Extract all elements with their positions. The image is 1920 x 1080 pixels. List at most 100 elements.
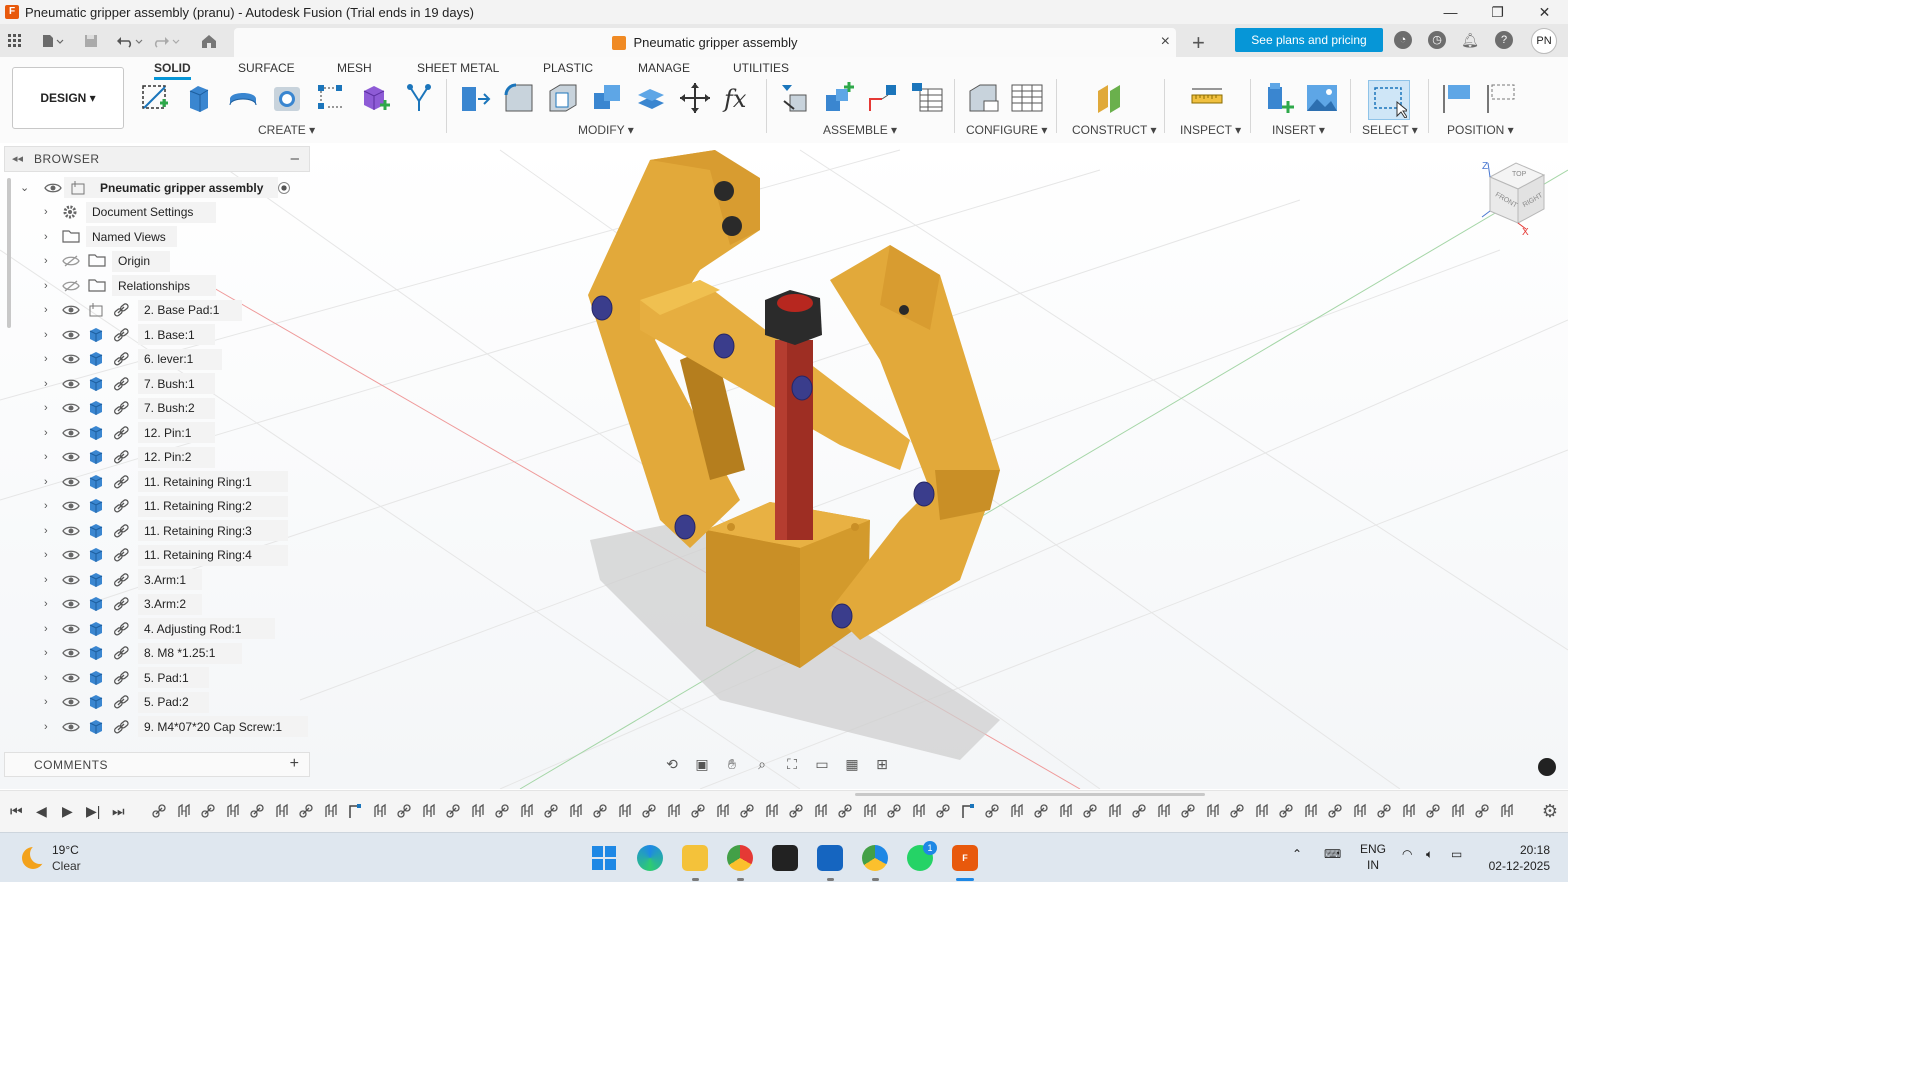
timeline-play-icon[interactable]: ▶: [62, 803, 73, 820]
construct-group-label[interactable]: CONSTRUCT ▾: [1072, 123, 1156, 137]
timeline-joint-icon[interactable]: [1009, 803, 1025, 819]
press-pull-icon[interactable]: [458, 81, 492, 115]
move-copy-icon[interactable]: [678, 81, 712, 115]
browser-item[interactable]: › Origin: [8, 250, 308, 273]
visibility-eye-icon[interactable]: [62, 476, 80, 488]
timeline-link-icon[interactable]: [690, 803, 706, 819]
visibility-eye-icon[interactable]: [62, 721, 80, 733]
browser-item[interactable]: › 3.Arm:2: [8, 593, 308, 616]
timeline-joint-icon[interactable]: [1205, 803, 1221, 819]
configure-group-label[interactable]: CONFIGURE ▾: [966, 123, 1047, 137]
see-plans-button[interactable]: See plans and pricing: [1235, 28, 1383, 52]
timeline-joint-icon[interactable]: [1156, 803, 1172, 819]
save-icon[interactable]: [80, 30, 102, 52]
viewcube-top[interactable]: TOP: [1512, 171, 1526, 178]
visibility-eye-icon[interactable]: [62, 378, 80, 390]
tab-plastic[interactable]: PLASTIC: [543, 61, 593, 75]
expand-chevron-icon[interactable]: ›: [44, 476, 48, 488]
timeline-link-icon[interactable]: [641, 803, 657, 819]
visibility-eye-icon[interactable]: [62, 672, 80, 684]
notepad-icon[interactable]: [817, 845, 843, 871]
visibility-eye-icon[interactable]: [62, 549, 80, 561]
timeline-joint-icon[interactable]: [1058, 803, 1074, 819]
visibility-eye-icon[interactable]: [62, 353, 80, 365]
shell-icon[interactable]: [546, 81, 580, 115]
browser-root-row[interactable]: ⌄ Pneumatic gripper assembly: [8, 176, 308, 199]
parameters-fx-icon[interactable]: fx: [722, 81, 756, 115]
help-icon[interactable]: ?: [1495, 31, 1513, 49]
fillet-icon[interactable]: [502, 81, 536, 115]
expand-chevron-icon[interactable]: ›: [44, 500, 48, 512]
timeline-link-icon[interactable]: [935, 803, 951, 819]
system-clock[interactable]: 20:18 02-12-2025: [1484, 842, 1550, 874]
timeline-joint-icon[interactable]: [470, 803, 486, 819]
file-menu-icon[interactable]: [38, 30, 68, 52]
timeline-joint-icon[interactable]: [911, 803, 927, 819]
timeline-link-icon[interactable]: [298, 803, 314, 819]
position-group-label[interactable]: POSITION ▾: [1447, 123, 1514, 137]
timeline-track[interactable]: [145, 793, 1520, 825]
expand-chevron-icon[interactable]: ›: [44, 255, 48, 267]
browser-item[interactable]: › 7. Bush:1: [8, 372, 308, 395]
timeline-link-icon[interactable]: [1131, 803, 1147, 819]
visibility-eye-icon[interactable]: [62, 696, 80, 708]
chrome-icon[interactable]: [727, 845, 753, 871]
timeline-joint-icon[interactable]: [1107, 803, 1123, 819]
extrude-icon[interactable]: [182, 81, 216, 115]
tab-mesh[interactable]: MESH: [337, 61, 372, 75]
modify-group-label[interactable]: MODIFY ▾: [578, 123, 634, 137]
fit-icon[interactable]: ⛶: [780, 754, 804, 774]
expand-chevron-icon[interactable]: ›: [44, 672, 48, 684]
browser-item[interactable]: › Relationships: [8, 274, 308, 297]
add-comment-button[interactable]: +: [290, 755, 299, 773]
look-at-icon[interactable]: ▣: [690, 754, 714, 774]
timeline-link-icon[interactable]: [788, 803, 804, 819]
browser-item[interactable]: › 11. Retaining Ring:3: [8, 519, 308, 542]
timeline-origin-feature-icon[interactable]: [960, 803, 976, 819]
timeline-link-icon[interactable]: [886, 803, 902, 819]
expand-chevron-icon[interactable]: ›: [44, 696, 48, 708]
edge-browser-icon[interactable]: [637, 845, 663, 871]
timeline-joint-icon[interactable]: [519, 803, 535, 819]
timeline-joint-icon[interactable]: [421, 803, 437, 819]
visibility-eye-icon[interactable]: [62, 500, 80, 512]
expand-chevron-icon[interactable]: ›: [44, 353, 48, 365]
expand-chevron-icon[interactable]: ›: [44, 427, 48, 439]
timeline-joint-icon[interactable]: [1303, 803, 1319, 819]
browser-item[interactable]: › 6. lever:1: [8, 348, 308, 371]
new-component-icon[interactable]: [358, 81, 392, 115]
timeline-prev-icon[interactable]: ◀: [36, 803, 47, 820]
inspect-group-label[interactable]: INSPECT ▾: [1180, 123, 1241, 137]
close-window-button[interactable]: ✕: [1521, 0, 1568, 24]
show-hidden-icons-chevron-icon[interactable]: ⌃: [1292, 847, 1302, 861]
insert-derive-icon[interactable]: [1262, 81, 1296, 115]
tab-sheet-metal[interactable]: SHEET METAL: [417, 61, 499, 75]
timeline-link-icon[interactable]: [1278, 803, 1294, 819]
timeline-joint-icon[interactable]: [274, 803, 290, 819]
revert-position-icon[interactable]: [1484, 81, 1518, 115]
browser-item[interactable]: › 7. Bush:2: [8, 397, 308, 420]
timeline-origin-feature-icon[interactable]: [347, 803, 363, 819]
timeline-link-icon[interactable]: [1425, 803, 1441, 819]
timeline-joint-icon[interactable]: [617, 803, 633, 819]
configuration-table-icon[interactable]: [1010, 81, 1044, 115]
timeline-link-icon[interactable]: [984, 803, 1000, 819]
home-icon[interactable]: [198, 30, 220, 52]
expand-chevron-icon[interactable]: ›: [44, 329, 48, 341]
timeline-joint-icon[interactable]: [1499, 803, 1515, 819]
tab-surface[interactable]: SURFACE: [238, 61, 295, 75]
collapse-chevron-icon[interactable]: ⌄: [20, 181, 29, 194]
tab-utilities[interactable]: UTILITIES: [733, 61, 789, 75]
tab-manage[interactable]: MANAGE: [638, 61, 690, 75]
whatsapp-icon[interactable]: 1: [907, 841, 937, 871]
tab-pneumatic-gripper-assembly[interactable]: Pneumatic gripper assembly ×: [234, 28, 1176, 57]
hidden-eye-icon[interactable]: [62, 255, 80, 267]
timeline-link-icon[interactable]: [445, 803, 461, 819]
timeline-link-icon[interactable]: [249, 803, 265, 819]
timeline-link-icon[interactable]: [1033, 803, 1049, 819]
offset-plane-icon[interactable]: [1094, 81, 1128, 115]
expand-chevron-icon[interactable]: ›: [44, 231, 48, 243]
expand-chevron-icon[interactable]: ›: [44, 721, 48, 733]
combine-icon[interactable]: [590, 81, 624, 115]
workspace-switcher[interactable]: DESIGN ▾: [12, 67, 124, 129]
